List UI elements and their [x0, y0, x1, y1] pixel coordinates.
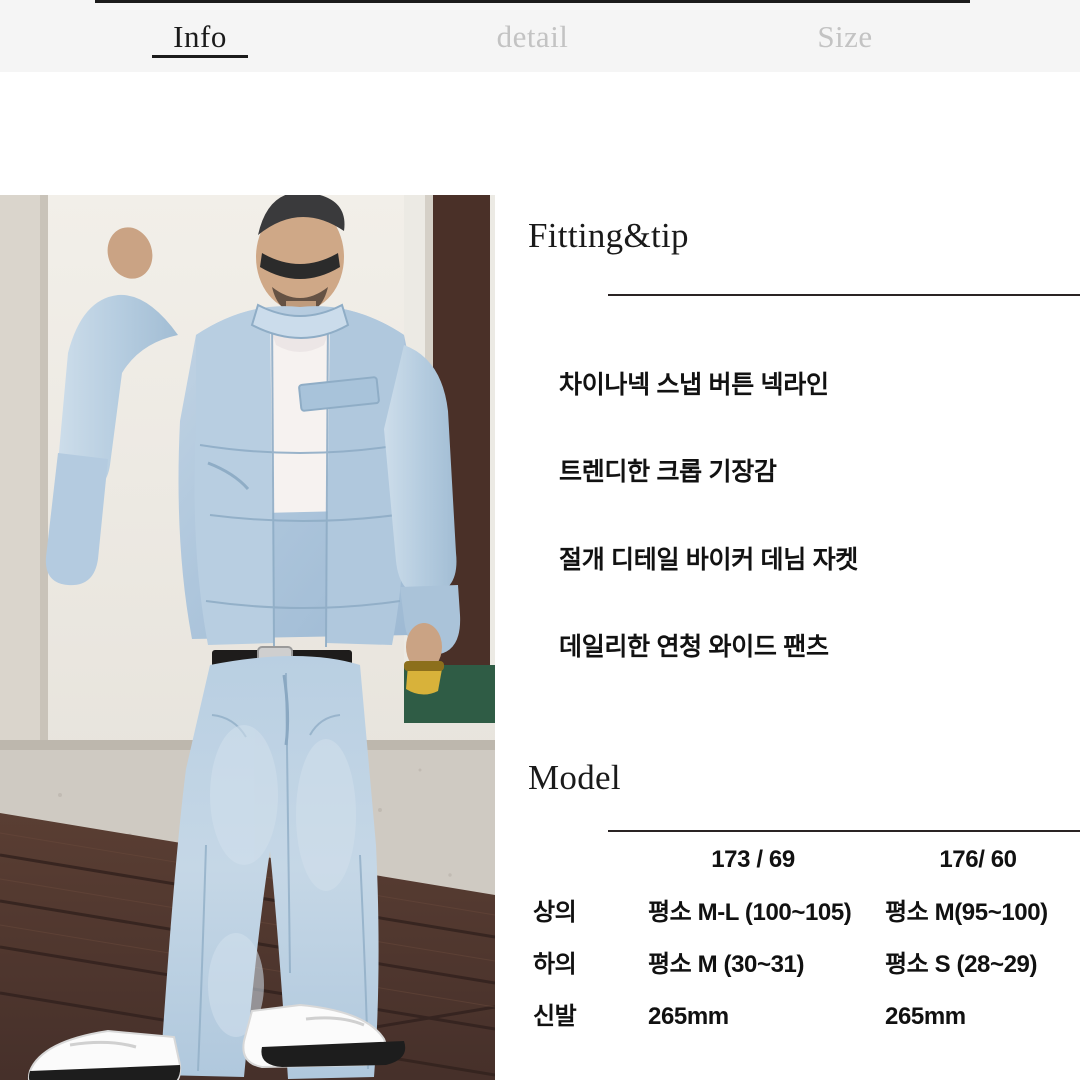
product-info-page: Info detail Size Fitting&tip 차이나넥 스냅 버튼 …: [0, 0, 1080, 1080]
model-row-value: 265mm: [648, 1003, 729, 1030]
tab-info-label: Info: [173, 18, 227, 54]
feature-item: 트렌디한 크롭 기장감: [559, 458, 777, 486]
tab-active-underline: [152, 55, 248, 58]
table-row: 하의 평소 M (30~31) 평소 S (28~29): [495, 950, 1080, 1002]
fitting-tip-heading: Fitting&tip: [528, 216, 689, 255]
table-row: 신발 265mm 265mm: [495, 1002, 1080, 1054]
product-info-column: Fitting&tip 차이나넥 스냅 버튼 넥라인 트렌디한 크롭 기장감 절…: [495, 0, 1080, 1080]
model-row-value: 평소 S (28~29): [885, 951, 1038, 978]
model-outfit-photo[interactable]: [0, 195, 495, 1080]
feature-item: 차이나넥 스냅 버튼 넥라인: [559, 371, 829, 399]
model-row-value: 265mm: [885, 1003, 966, 1030]
model-row-label: 상의: [533, 899, 577, 926]
model-column-header: 176/ 60: [939, 846, 1017, 873]
model-heading: Model: [528, 758, 621, 797]
feature-item: 절개 디테일 바이커 데님 자켓: [559, 546, 858, 574]
table-row: 173 / 69 176/ 60: [495, 845, 1080, 897]
table-row: 상의 평소 M-L (100~105) 평소 M(95~100): [495, 898, 1080, 950]
model-row-value: 평소 M(95~100): [885, 899, 1048, 926]
feature-item: 데일리한 연청 와이드 팬츠: [559, 633, 829, 661]
fitting-tip-divider: [608, 294, 1080, 296]
model-row-label: 하의: [533, 951, 577, 978]
model-row-value: 평소 M (30~31): [648, 951, 805, 978]
model-column-header: 173 / 69: [711, 846, 795, 873]
tab-info[interactable]: Info: [95, 0, 305, 72]
model-divider: [608, 830, 1080, 832]
model-row-value: 평소 M-L (100~105): [648, 899, 852, 926]
model-row-label: 신발: [533, 1003, 577, 1030]
